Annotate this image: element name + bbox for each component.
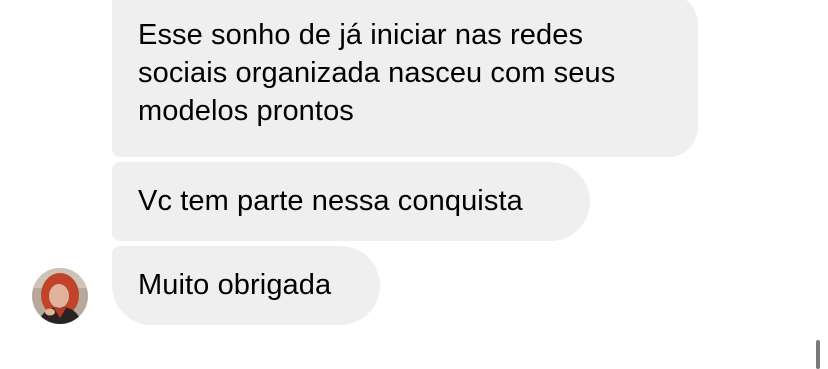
message-text-line: Esse sonho de já iniciar nas redes bbox=[138, 19, 584, 51]
sender-avatar[interactable] bbox=[32, 268, 88, 324]
message-bubble[interactable]: Esse sonho de já iniciar nas redes socia… bbox=[112, 0, 698, 157]
profile-photo-avatar-icon bbox=[32, 268, 88, 324]
message-bubble[interactable]: Muito obrigada bbox=[112, 246, 380, 325]
message-bubble[interactable]: Vc tem parte nessa conquista bbox=[112, 162, 590, 241]
message-text-line: Muito obrigada bbox=[138, 269, 332, 301]
message-text-line: Vc tem parte nessa conquista bbox=[138, 185, 523, 217]
scrollbar-thumb[interactable] bbox=[816, 340, 820, 369]
message-text-line: sociais organizada nasceu com seus bbox=[138, 57, 616, 89]
message-text-line: modelos prontos bbox=[138, 95, 354, 127]
